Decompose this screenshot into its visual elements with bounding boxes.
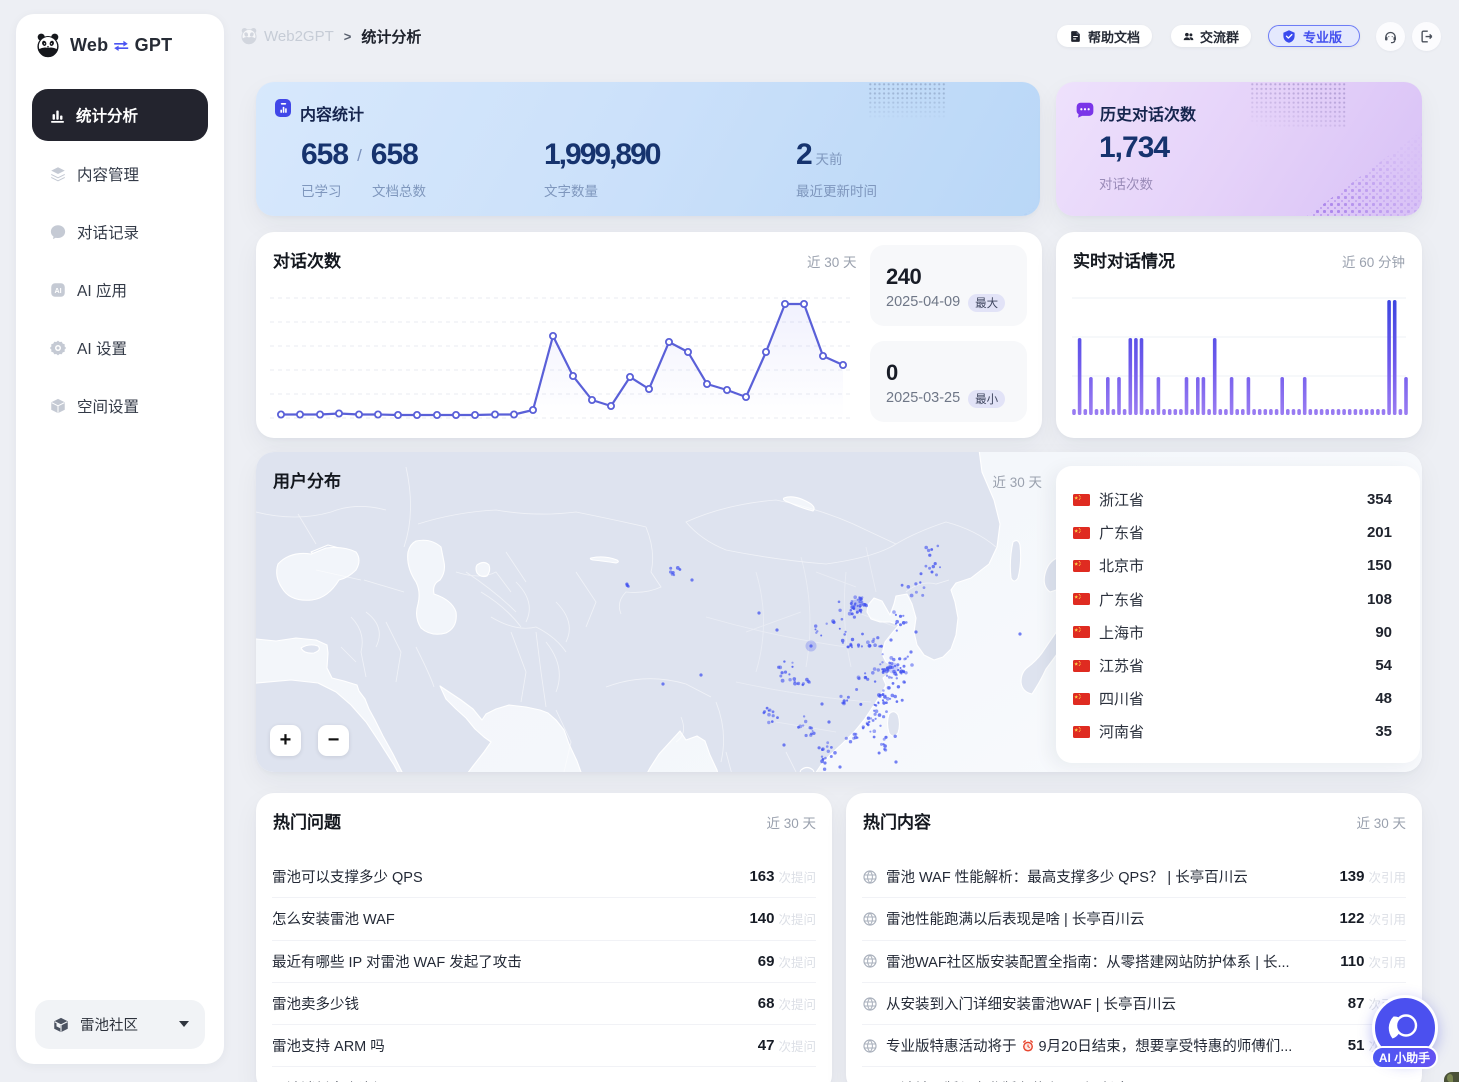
- svg-text:AI: AI: [54, 287, 61, 295]
